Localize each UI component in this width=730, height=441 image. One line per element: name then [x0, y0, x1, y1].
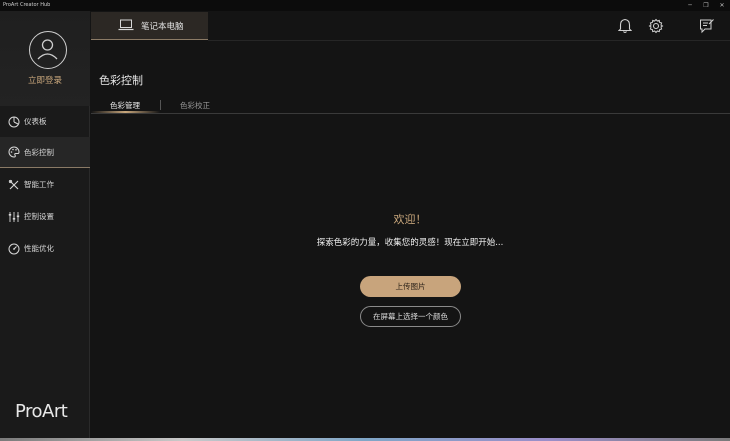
window-title: ProArt Creator Hub: [3, 2, 51, 8]
maximize-button[interactable]: ❐: [698, 0, 714, 11]
tab-separator: [160, 100, 161, 110]
performance-icon: [8, 243, 20, 255]
laptop-icon: [118, 16, 134, 35]
header-divider: [208, 40, 730, 41]
sidebar-item-label: 控制设置: [24, 212, 54, 221]
tab-laptop[interactable]: 笔记本电脑: [91, 12, 208, 40]
page-title: 色彩控制: [99, 74, 143, 87]
palette-icon: [8, 146, 20, 158]
sidebar-item-color-control[interactable]: 色彩控制: [0, 137, 90, 168]
proart-logo: ProArt: [15, 401, 68, 422]
sliders-icon: [8, 211, 20, 223]
minimize-button[interactable]: ─: [682, 0, 698, 11]
tabs-divider: [91, 113, 730, 114]
sidebar-item-label: 仪表板: [24, 117, 47, 126]
profile-section: 立即登录: [0, 11, 90, 106]
bell-icon[interactable]: [616, 17, 634, 35]
sidebar: 立即登录 仪表板 色彩控制 智能工作 控制设置 性能优化 ProArt: [0, 11, 90, 441]
close-button[interactable]: ✕: [714, 0, 730, 11]
sidebar-item-label: 性能优化: [24, 244, 54, 253]
device-tab-label: 笔记本电脑: [141, 21, 184, 32]
login-link[interactable]: 立即登录: [0, 74, 90, 86]
upload-image-button[interactable]: 上传图片: [360, 276, 461, 297]
tab-color-management[interactable]: 色彩管理: [110, 100, 140, 111]
tools-icon: [8, 179, 20, 191]
welcome-heading: 欢迎！: [393, 213, 427, 226]
sidebar-item-smart-work[interactable]: 智能工作: [0, 169, 90, 200]
tab-color-correction[interactable]: 色彩校正: [180, 100, 210, 111]
user-avatar-icon[interactable]: [29, 31, 67, 69]
sidebar-item-performance[interactable]: 性能优化: [0, 233, 90, 264]
sidebar-item-control-settings[interactable]: 控制设置: [0, 201, 90, 232]
gear-icon[interactable]: [647, 17, 665, 35]
sidebar-item-label: 色彩控制: [24, 147, 54, 157]
sidebar-item-label: 智能工作: [24, 180, 54, 189]
pick-screen-color-button[interactable]: 在屏幕上选择一个颜色: [360, 306, 461, 327]
welcome-description: 探索色彩的力量，收集您的灵感！现在立即开始...: [316, 238, 504, 248]
title-bar: ProArt Creator Hub ─ ❐ ✕: [0, 0, 730, 11]
dashboard-icon: [8, 116, 20, 128]
sidebar-item-dashboard[interactable]: 仪表板: [0, 106, 90, 137]
feedback-icon[interactable]: [698, 17, 716, 35]
